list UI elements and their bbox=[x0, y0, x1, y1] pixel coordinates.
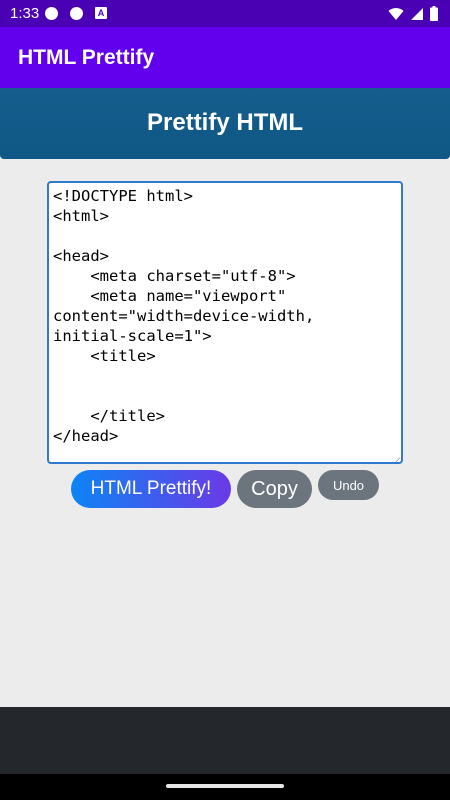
page-header: Prettify HTML bbox=[0, 88, 450, 159]
undo-button[interactable]: Undo bbox=[318, 470, 379, 500]
bottom-bar bbox=[0, 707, 450, 774]
circle-icon bbox=[45, 7, 58, 20]
status-icons bbox=[388, 5, 438, 22]
cellular-signal-icon bbox=[411, 7, 423, 20]
a-icon: A bbox=[95, 7, 107, 19]
app-bar: HTML Prettify bbox=[0, 27, 450, 88]
copy-button[interactable]: Copy bbox=[237, 470, 312, 508]
wifi-icon bbox=[388, 7, 404, 20]
home-indicator[interactable] bbox=[166, 784, 284, 788]
status-time: 1:33 bbox=[10, 5, 40, 22]
battery-icon bbox=[430, 6, 438, 21]
html-input-textarea[interactable] bbox=[47, 181, 403, 464]
circle-icon bbox=[70, 7, 83, 20]
app-title: HTML Prettify bbox=[18, 46, 155, 69]
resize-grip-icon[interactable] bbox=[395, 457, 400, 462]
prettify-button[interactable]: HTML Prettify! bbox=[71, 470, 231, 508]
page-title: Prettify HTML bbox=[147, 109, 303, 136]
navigation-bar bbox=[0, 774, 450, 800]
status-bar: 1:33 A bbox=[0, 0, 450, 27]
